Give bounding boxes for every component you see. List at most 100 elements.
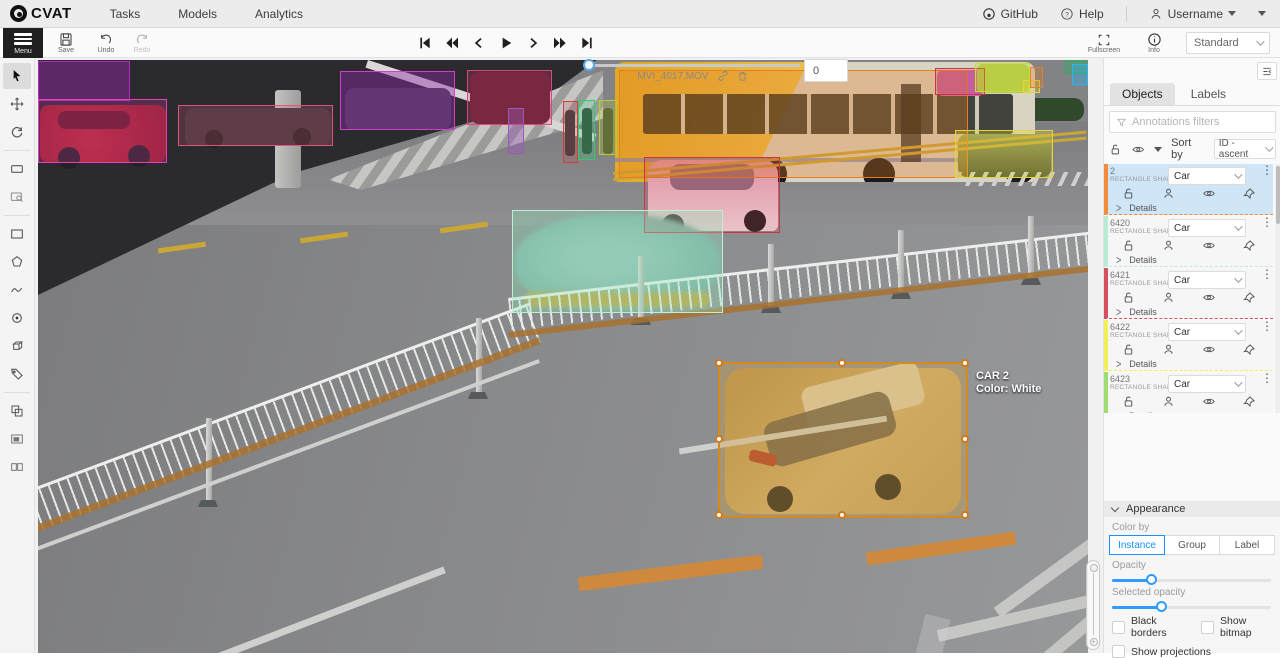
object-hide-button[interactable]	[1202, 291, 1216, 307]
canvas-vertical-slider[interactable]: +	[1086, 560, 1100, 650]
box-red-person[interactable]	[563, 101, 578, 163]
annotation-canvas[interactable]: CAR 2Color: White +	[35, 58, 1103, 653]
opacity-slider-handle[interactable]	[1146, 574, 1157, 585]
box-purple[interactable]	[38, 61, 130, 101]
object-label-select[interactable]: Car	[1168, 219, 1246, 237]
object-hide-button[interactable]	[1202, 343, 1216, 359]
object-pin-button[interactable]	[1243, 343, 1256, 359]
draw-polygon-tool[interactable]	[3, 249, 31, 275]
object-label-select[interactable]: Car	[1168, 375, 1246, 393]
delete-frame-icon[interactable]	[737, 70, 748, 82]
merge-tool[interactable]	[3, 398, 31, 424]
sidebar-collapse-button[interactable]	[1257, 62, 1277, 80]
save-button[interactable]: Save	[48, 29, 84, 57]
resize-handle[interactable]	[961, 511, 969, 519]
object-lock-button[interactable]	[1122, 343, 1135, 359]
color-by-label-button[interactable]: Label	[1219, 535, 1275, 555]
frame-slider[interactable]	[585, 64, 800, 67]
nav-analytics[interactable]: Analytics	[255, 7, 303, 21]
play-button[interactable]	[496, 32, 516, 54]
box-magenta-stairs[interactable]	[340, 71, 455, 130]
next-frame-button[interactable]	[523, 32, 543, 54]
black-borders-checkbox[interactable]	[1112, 621, 1125, 634]
object-occluded-button[interactable]	[1162, 239, 1175, 255]
github-link[interactable]: GitHub	[982, 7, 1038, 21]
undo-button[interactable]: Undo	[88, 29, 124, 57]
object-hide-button[interactable]	[1202, 239, 1216, 255]
resize-handle[interactable]	[715, 511, 723, 519]
last-frame-button[interactable]	[577, 32, 597, 54]
redo-button[interactable]: Redo	[124, 29, 160, 57]
object-actions-menu[interactable]: ⋮	[1261, 322, 1271, 331]
box-lime-small[interactable]	[975, 63, 1030, 92]
nav-models[interactable]: Models	[178, 7, 217, 21]
box-yellow-car[interactable]	[955, 130, 1053, 178]
resize-handle[interactable]	[715, 435, 723, 443]
object-actions-menu[interactable]: ⋮	[1261, 374, 1271, 383]
objects-list-scrollbar[interactable]	[1275, 164, 1280, 413]
plus-icon[interactable]: +	[1090, 638, 1098, 646]
link-icon[interactable]	[717, 70, 729, 82]
user-menu[interactable]: Username	[1149, 7, 1236, 21]
cvat-logo[interactable]: CVAT	[10, 5, 72, 22]
chevron-down-icon[interactable]	[1258, 11, 1266, 16]
forward-jump-button[interactable]	[550, 32, 570, 54]
color-by-group-button[interactable]: Group	[1164, 535, 1220, 555]
cursor-tool[interactable]	[3, 63, 31, 89]
box-lime-person[interactable]	[599, 100, 617, 155]
object-label-select[interactable]: Car	[1168, 323, 1246, 341]
box-cyan-tiny[interactable]	[1072, 64, 1088, 85]
object-pin-button[interactable]	[1243, 239, 1256, 255]
selected-opacity-slider-handle[interactable]	[1156, 601, 1167, 612]
object-lock-button[interactable]	[1122, 395, 1135, 411]
object-lock-button[interactable]	[1122, 291, 1135, 307]
object-occluded-button[interactable]	[1162, 395, 1175, 411]
appearance-header[interactable]: Appearance	[1104, 501, 1280, 517]
color-by-instance-button[interactable]: Instance	[1109, 535, 1165, 555]
resize-handle[interactable]	[838, 359, 846, 367]
expand-all-icon[interactable]	[1154, 147, 1162, 152]
object-occluded-button[interactable]	[1162, 187, 1175, 203]
rotate-tool[interactable]	[3, 119, 31, 145]
object-details-toggle[interactable]: > Details	[1116, 411, 1157, 413]
box-pink-dark-car[interactable]	[178, 105, 333, 146]
fullscreen-button[interactable]: Fullscreen	[1086, 29, 1122, 57]
object-label-select[interactable]: Car	[1168, 167, 1246, 185]
lock-all-icon[interactable]	[1109, 143, 1122, 156]
box-green-person[interactable]	[578, 100, 595, 160]
object-pin-button[interactable]	[1243, 395, 1256, 411]
split-tool[interactable]	[3, 454, 31, 480]
object-list-item[interactable]: 6423 RECTANGLE SHAPE Car ⋮ > Details	[1104, 372, 1273, 413]
nav-tasks[interactable]: Tasks	[110, 7, 141, 21]
resize-handle[interactable]	[961, 359, 969, 367]
group-tool[interactable]	[3, 426, 31, 452]
opacity-slider[interactable]	[1112, 579, 1271, 582]
object-details-toggle[interactable]: > Details	[1116, 203, 1157, 213]
object-list-item[interactable]: 2 RECTANGLE SHAPE Car ⋮ > Details	[1104, 164, 1273, 215]
tab-objects[interactable]: Objects	[1110, 83, 1175, 105]
show-bitmap-checkbox[interactable]	[1201, 621, 1214, 634]
object-list-item[interactable]: 6421 RECTANGLE SHAPE Car ⋮ > Details	[1104, 268, 1273, 319]
box-orange-tiny[interactable]	[1030, 67, 1043, 88]
object-list-item[interactable]: 6422 RECTANGLE SHAPE Car ⋮ > Details	[1104, 320, 1273, 371]
hide-all-icon[interactable]	[1131, 143, 1146, 156]
object-list-item[interactable]: 6420 RECTANGLE SHAPE Car ⋮ > Details	[1104, 216, 1273, 267]
draw-points-tool[interactable]	[3, 305, 31, 331]
workspace-mode-select[interactable]: Standard	[1186, 32, 1270, 54]
object-occluded-button[interactable]	[1162, 291, 1175, 307]
draw-cuboid-tool[interactable]	[3, 333, 31, 359]
object-hide-button[interactable]	[1202, 187, 1216, 203]
sort-order-select[interactable]: ID - ascent	[1214, 139, 1276, 159]
fit-image-tool[interactable]	[3, 156, 31, 182]
object-lock-button[interactable]	[1122, 239, 1135, 255]
box-magenta-red-car[interactable]	[38, 99, 167, 163]
object-actions-menu[interactable]: ⋮	[1261, 218, 1271, 227]
frame-slider-handle[interactable]	[583, 59, 595, 71]
object-lock-button[interactable]	[1122, 187, 1135, 203]
object-pin-button[interactable]	[1243, 187, 1256, 203]
previous-frame-button[interactable]	[469, 32, 489, 54]
move-tool[interactable]	[3, 91, 31, 117]
resize-handle[interactable]	[838, 511, 846, 519]
resize-handle[interactable]	[715, 359, 723, 367]
box-car2-selected[interactable]	[718, 362, 968, 518]
